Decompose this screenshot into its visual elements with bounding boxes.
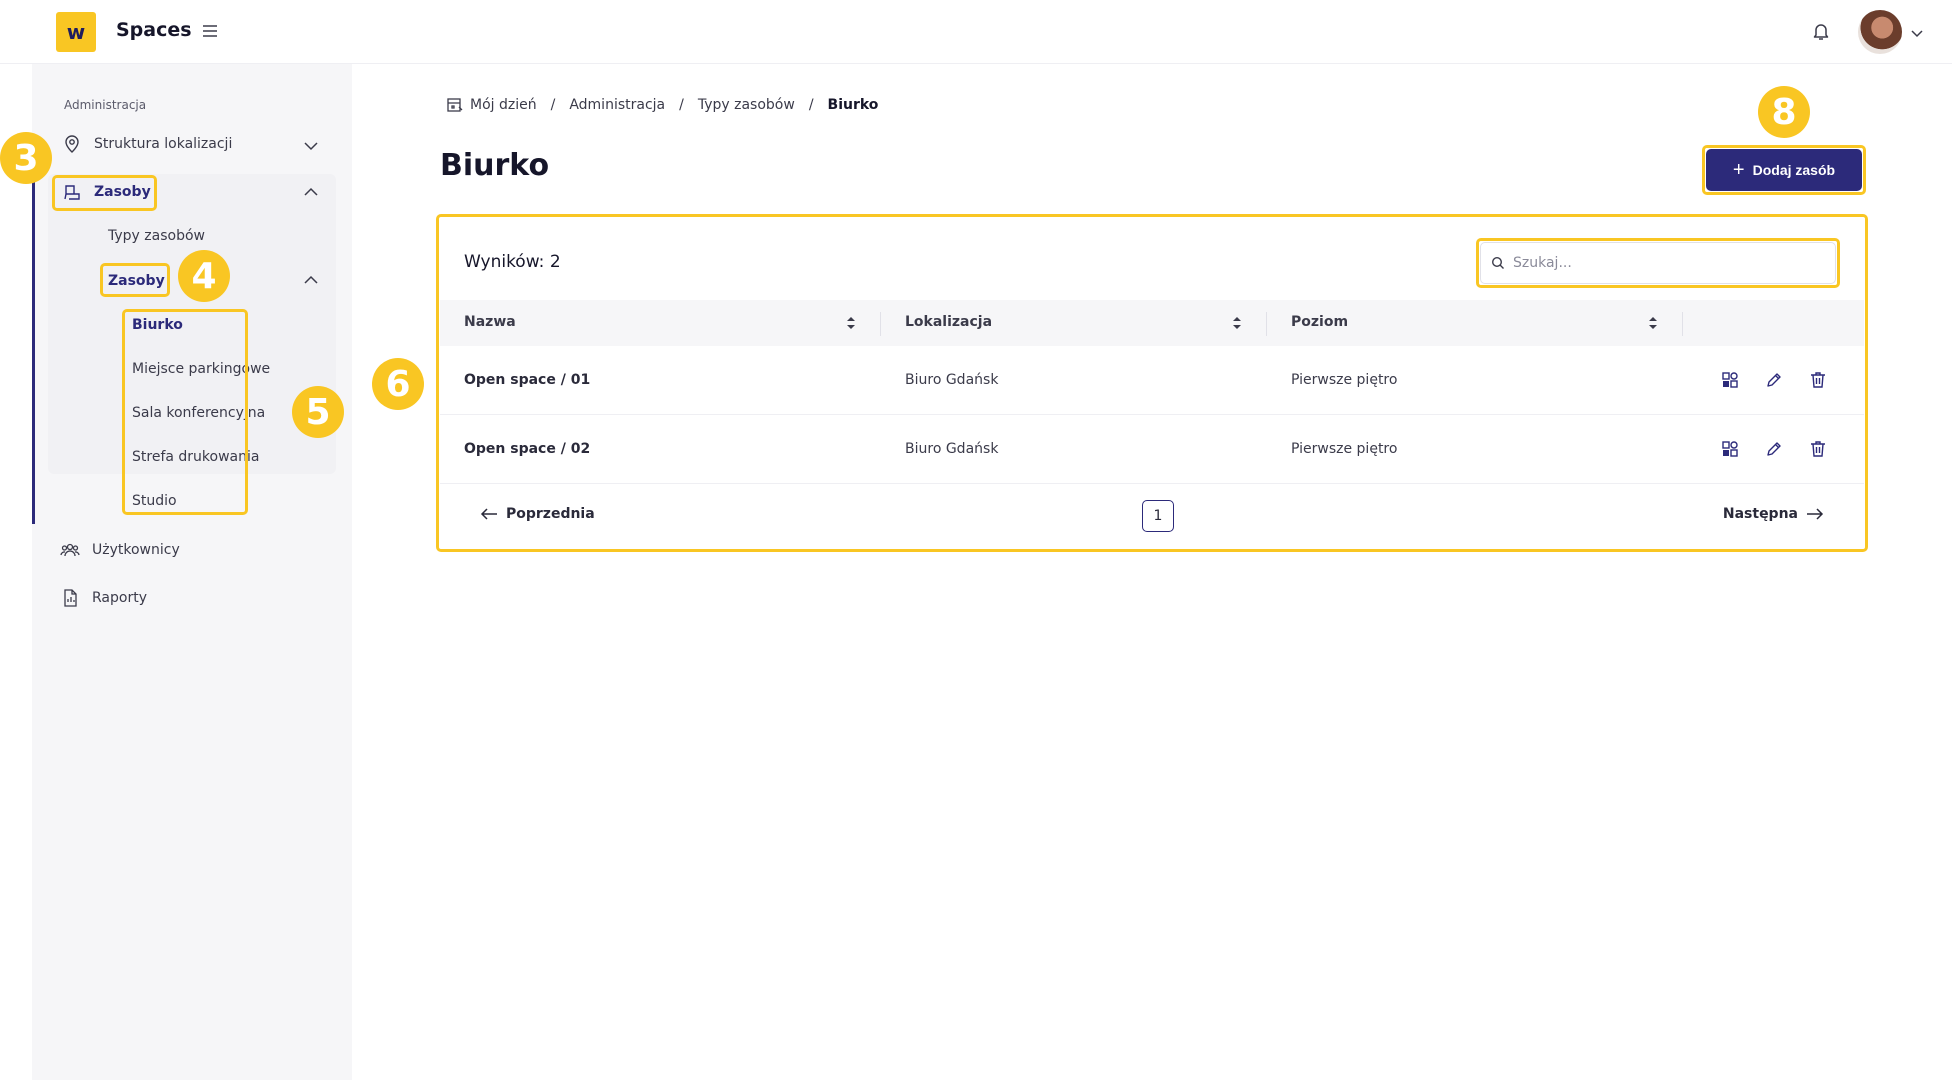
row-name: Open space / 02 (464, 441, 591, 457)
highlight-box (52, 175, 157, 211)
sidebar-section-title: Administracja (64, 98, 147, 112)
previous-page-button[interactable]: Poprzednia (480, 506, 595, 522)
sidebar-item-label: Struktura lokalizacji (94, 136, 233, 152)
sort-icon[interactable] (1646, 314, 1660, 332)
add-resource-label: Dodaj zasób (1752, 162, 1836, 178)
highlight-box (100, 263, 170, 297)
search-icon (1491, 256, 1504, 269)
column-divider (1682, 312, 1683, 336)
column-header-location[interactable]: Lokalizacja (905, 314, 992, 330)
results-value: 2 (549, 252, 561, 272)
highlight-box (122, 309, 248, 515)
sidebar-item-label: Raporty (92, 590, 147, 606)
chevron-up-icon[interactable] (302, 183, 320, 201)
annotation-badge: 8 (1758, 86, 1810, 138)
app-title: Spaces (116, 19, 192, 41)
column-header-level[interactable]: Poziom (1291, 314, 1348, 330)
chevron-down-icon[interactable] (1908, 24, 1926, 42)
report-icon (64, 589, 77, 607)
annotation-badge: 5 (292, 386, 344, 438)
table-header: Nazwa Lokalizacja Poziom (440, 300, 1864, 346)
trash-icon[interactable] (1808, 439, 1828, 459)
sidebar: Administracja Struktura lokalizacji Zaso… (32, 64, 352, 1080)
hamburger-menu-icon[interactable] (200, 21, 220, 41)
previous-label: Poprzednia (506, 506, 595, 522)
arrow-right-icon (1807, 508, 1824, 520)
row-location: Biuro Gdańsk (905, 441, 999, 457)
row-level: Pierwsze piętro (1291, 372, 1398, 388)
annotation-badge: 3 (0, 132, 52, 184)
edit-icon[interactable] (1764, 370, 1784, 390)
active-indicator (32, 138, 35, 524)
bell-icon[interactable] (1810, 20, 1832, 42)
results-count: Wyników: 2 (464, 252, 561, 272)
sidebar-item-label: Użytkownicy (92, 542, 180, 558)
arrow-left-icon (480, 508, 497, 520)
chevron-down-icon[interactable] (302, 137, 320, 155)
search-input[interactable] (1513, 255, 1813, 271)
sidebar-item-resource-types[interactable]: Typy zasobów (108, 228, 205, 244)
column-divider (1266, 312, 1267, 336)
breadcrumb: Mój dzień / Administracja / Typy zasobów… (446, 96, 878, 114)
edit-icon[interactable] (1764, 439, 1784, 459)
row-name: Open space / 01 (464, 372, 591, 388)
sort-icon[interactable] (844, 314, 858, 332)
breadcrumb-separator: / (679, 97, 684, 113)
breadcrumb-separator: / (550, 97, 556, 113)
table-row[interactable]: Open space / 02 Biuro Gdańsk Pierwsze pi… (440, 415, 1864, 484)
resource-map-icon[interactable] (1720, 370, 1740, 390)
breadcrumb-separator: / (808, 97, 814, 113)
next-page-button[interactable]: Następna (1723, 506, 1824, 522)
add-resource-button[interactable]: + Dodaj zasób (1706, 149, 1862, 191)
sidebar-item-reports[interactable]: Raporty (60, 588, 147, 608)
row-location: Biuro Gdańsk (905, 372, 999, 388)
sidebar-item-location-structure[interactable]: Struktura lokalizacji (62, 134, 232, 154)
breadcrumb-item[interactable]: Typy zasobów (698, 97, 795, 113)
search-box[interactable] (1480, 242, 1836, 284)
plus-icon: + (1732, 158, 1745, 181)
table-row[interactable]: Open space / 01 Biuro Gdańsk Pierwsze pi… (440, 346, 1864, 415)
sidebar-item-users[interactable]: Użytkownicy (60, 540, 180, 560)
resource-map-icon[interactable] (1720, 439, 1740, 459)
chevron-up-icon[interactable] (302, 271, 320, 289)
results-label: Wyników: (464, 252, 545, 272)
row-level: Pierwsze piętro (1291, 441, 1398, 457)
column-header-name[interactable]: Nazwa (464, 314, 516, 330)
column-divider (880, 312, 881, 336)
app-logo[interactable]: w (56, 12, 96, 52)
sort-icon[interactable] (1230, 314, 1244, 332)
next-label: Następna (1722, 506, 1798, 522)
page-number-button[interactable]: 1 (1142, 500, 1174, 532)
location-pin-icon (65, 135, 79, 153)
users-icon (60, 543, 80, 557)
breadcrumb-item[interactable]: Mój dzień (470, 97, 537, 113)
top-bar: w Spaces (0, 0, 1952, 64)
pagination: Poprzednia 1 Następna (440, 486, 1864, 548)
calendar-day-icon (447, 98, 463, 112)
annotation-badge: 4 (178, 250, 230, 302)
resources-table-card: Wyników: 2 Nazwa Lokalizacja Poziom Open… (440, 218, 1864, 548)
page-title: Biurko (440, 148, 550, 183)
trash-icon[interactable] (1808, 370, 1828, 390)
breadcrumb-item[interactable]: Administracja (569, 97, 665, 113)
breadcrumb-current: Biurko (827, 97, 879, 113)
user-avatar[interactable] (1858, 10, 1902, 54)
annotation-badge: 6 (372, 358, 424, 410)
